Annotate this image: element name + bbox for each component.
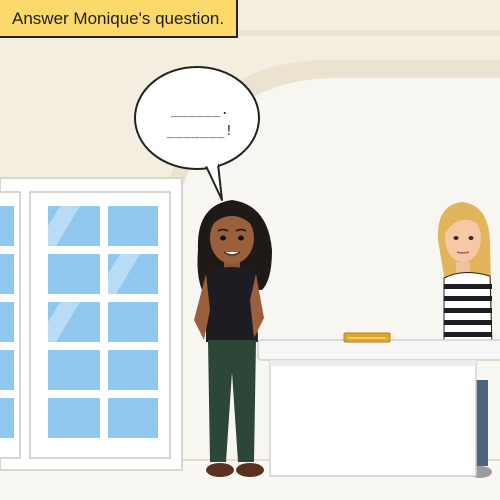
comic-scene xyxy=(0,0,500,500)
instruction-banner: Answer Monique's question. xyxy=(0,0,239,38)
speech-line-1: ______. xyxy=(170,103,230,118)
left-door-glass xyxy=(0,206,14,438)
book xyxy=(343,332,391,343)
instruction-text: Answer Monique's question. xyxy=(12,9,225,28)
speech-bubble-text: ______. _______! xyxy=(150,100,250,142)
counter xyxy=(257,339,500,477)
speech-line-2: _______! xyxy=(166,124,234,139)
